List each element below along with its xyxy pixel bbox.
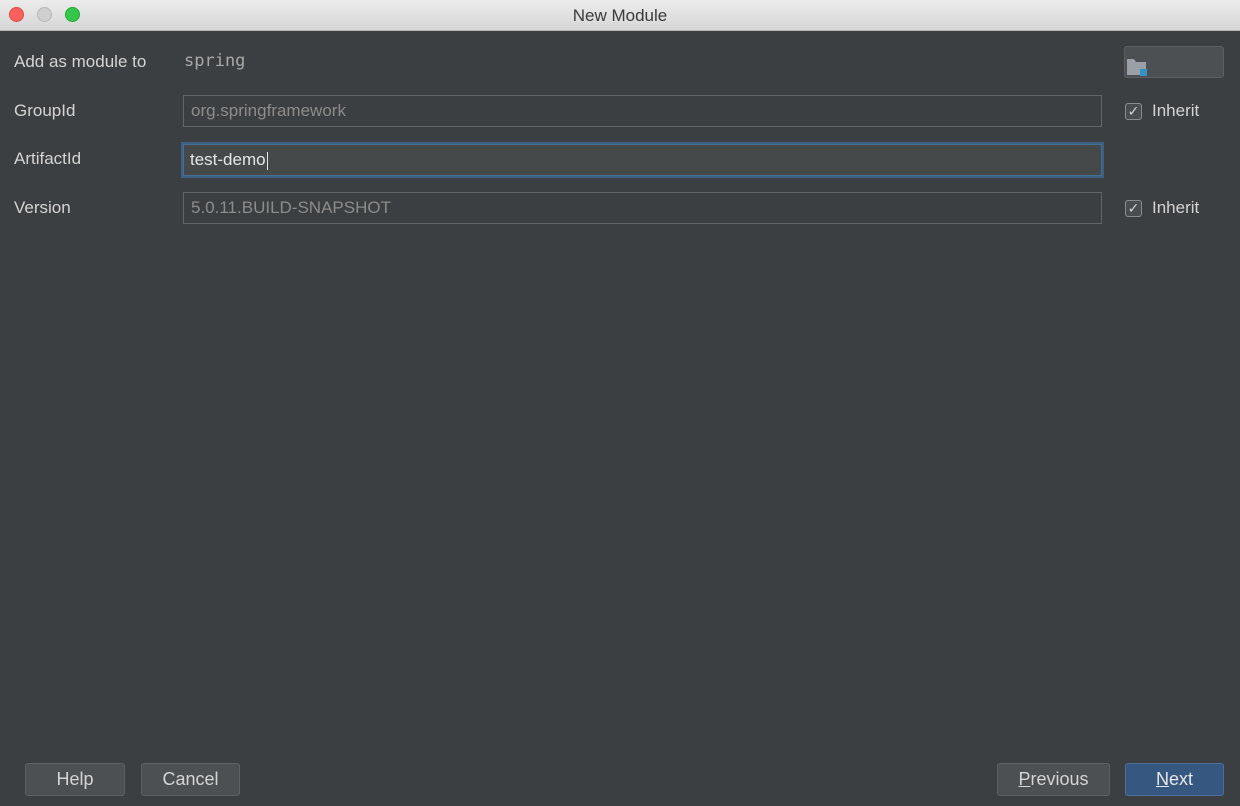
next-label: ext [1168,769,1193,789]
window-title: New Module [572,6,668,25]
version-label: Version [14,198,71,217]
artifact-id-value: test-demo [190,150,266,169]
group-id-field[interactable]: org.springframework [183,95,1102,127]
previous-label: revious [1030,769,1089,789]
version-field[interactable]: 5.0.11.BUILD-SNAPSHOT [183,192,1102,224]
folder-icon [1127,59,1147,76]
group-id-label: GroupId [14,101,76,120]
next-button[interactable]: Next [1125,763,1224,796]
cancel-button[interactable]: Cancel [141,763,240,796]
previous-mnemonic: P [1018,769,1031,789]
version-inherit-checkbox[interactable]: ✓ [1125,200,1142,217]
help-button[interactable]: Help [25,763,125,796]
new-module-dialog: New Module Add as module to spring Group… [0,0,1240,806]
version-inherit-label[interactable]: Inherit [1152,198,1199,218]
artifact-id-label: ArtifactId [14,149,82,168]
next-mnemonic: N [1155,769,1169,789]
group-id-inherit-label[interactable]: Inherit [1152,101,1199,121]
text-caret [266,151,268,170]
artifact-id-field[interactable]: test-demo [181,142,1104,178]
title-bar: New Module [0,0,1240,31]
browse-parent-button[interactable] [1124,46,1224,78]
previous-button[interactable]: Previous [997,763,1110,796]
module-parent-label: Add as module to [14,52,147,71]
module-parent-value: spring [184,51,246,71]
group-id-inherit-checkbox[interactable]: ✓ [1125,103,1142,120]
